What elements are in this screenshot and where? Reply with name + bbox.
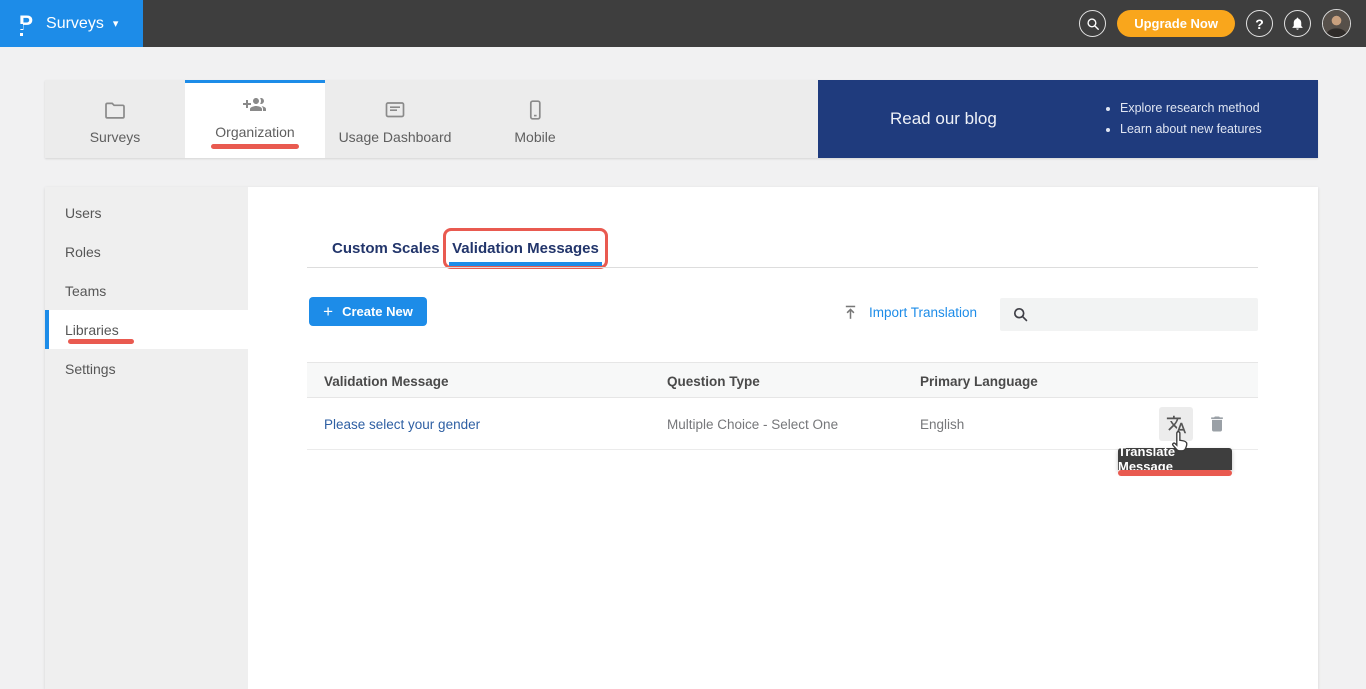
blog-banner-link[interactable]: Read our blog — [890, 109, 1040, 129]
main-panel: Users Roles Teams Libraries Settings Cus… — [45, 187, 1318, 689]
table-row: Please select your gender Multiple Choic… — [307, 398, 1258, 450]
notifications-button[interactable] — [1284, 10, 1311, 37]
nav-tab-label: Usage Dashboard — [339, 129, 452, 145]
tabs-divider — [307, 267, 1258, 268]
product-switcher[interactable]: P Surveys ▾ — [0, 0, 143, 47]
search-input[interactable] — [1038, 298, 1250, 331]
active-tab-indicator — [449, 262, 602, 266]
folder-icon — [103, 98, 127, 122]
sidebar-item-users[interactable]: Users — [45, 193, 248, 232]
nav-tab-organization[interactable]: Organization — [185, 80, 325, 158]
primary-nav-tabs: Surveys Organization Usage Dashboard Mob… — [45, 80, 818, 158]
sidebar-item-settings[interactable]: Settings — [45, 349, 248, 388]
group-add-icon — [243, 93, 267, 117]
sidebar-item-label: Libraries — [65, 322, 119, 338]
delete-button[interactable] — [1203, 410, 1231, 438]
create-new-button[interactable]: + Create New — [309, 297, 427, 326]
sidebar-item-teams[interactable]: Teams — [45, 271, 248, 310]
annotation-underline-libraries — [68, 339, 134, 344]
topbar-actions: Upgrade Now ? — [1079, 9, 1366, 38]
page: P Surveys ▾ Upgrade Now ? Surveys — [0, 0, 1366, 689]
product-name: Surveys — [46, 15, 104, 33]
primary-nav: Surveys Organization Usage Dashboard Mob… — [45, 80, 1318, 158]
nav-tab-label: Surveys — [90, 129, 141, 145]
tab-label: Custom Scales — [332, 240, 440, 257]
settings-sidebar: Users Roles Teams Libraries Settings — [45, 187, 248, 689]
sidebar-item-label: Settings — [65, 361, 116, 377]
column-header-question-type: Question Type — [667, 363, 760, 399]
column-header-validation-message: Validation Message — [324, 363, 449, 399]
plus-icon: + — [323, 303, 333, 320]
column-header-primary-language: Primary Language — [920, 363, 1038, 399]
import-translation-label: Import Translation — [869, 305, 977, 320]
nav-tab-label: Organization — [215, 124, 294, 140]
search-icon — [1086, 17, 1100, 31]
sidebar-item-label: Teams — [65, 283, 106, 299]
question-mark-icon: ? — [1255, 16, 1264, 32]
help-button[interactable]: ? — [1246, 10, 1273, 37]
translate-message-tooltip: Translate Message — [1118, 448, 1232, 470]
blog-banner-bullet: Explore research method — [1120, 98, 1262, 119]
trash-icon — [1207, 414, 1227, 434]
table-header-row: Validation Message Question Type Primary… — [307, 362, 1258, 398]
topbar: P Surveys ▾ Upgrade Now ? — [0, 0, 1366, 47]
tab-label: Validation Messages — [452, 240, 599, 257]
tab-custom-scales[interactable]: Custom Scales — [332, 228, 440, 268]
blog-banner-bullets: Explore research method Learn about new … — [1106, 98, 1262, 140]
user-avatar[interactable] — [1322, 9, 1351, 38]
bell-icon — [1290, 16, 1305, 31]
validation-message-link[interactable]: Please select your gender — [324, 398, 480, 450]
avatar-photo — [1323, 10, 1350, 37]
search-icon — [1012, 306, 1029, 323]
blog-banner-bullet: Learn about new features — [1120, 119, 1262, 140]
mobile-phone-icon — [523, 98, 547, 122]
sidebar-item-roles[interactable]: Roles — [45, 232, 248, 271]
nav-tab-label: Mobile — [514, 129, 555, 145]
sidebar-item-label: Users — [65, 205, 102, 221]
table-search — [1000, 298, 1258, 331]
app-logo-icon: P — [19, 13, 33, 34]
nav-tab-mobile[interactable]: Mobile — [465, 80, 605, 158]
annotation-underline-tooltip — [1118, 470, 1232, 476]
validation-messages-table: Validation Message Question Type Primary… — [307, 362, 1258, 450]
search-button[interactable] — [1079, 10, 1106, 37]
nav-tab-usage-dashboard[interactable]: Usage Dashboard — [325, 80, 465, 158]
translate-icon — [1166, 414, 1187, 435]
tab-validation-messages[interactable]: Validation Messages — [443, 228, 608, 269]
upgrade-now-button[interactable]: Upgrade Now — [1117, 10, 1235, 37]
sidebar-item-label: Roles — [65, 244, 101, 260]
primary-language-cell: English — [920, 398, 964, 450]
chevron-down-icon: ▾ — [113, 17, 119, 30]
upload-icon — [842, 303, 859, 321]
question-type-cell: Multiple Choice - Select One — [667, 398, 838, 450]
nav-tab-surveys[interactable]: Surveys — [45, 80, 185, 158]
create-new-label: Create New — [342, 304, 413, 319]
blog-promo-banner: Read our blog Explore research method Le… — [818, 80, 1318, 158]
translate-message-button[interactable] — [1159, 407, 1193, 441]
import-translation-link[interactable]: Import Translation — [842, 300, 977, 324]
dashboard-icon — [383, 98, 407, 122]
sidebar-item-libraries[interactable]: Libraries — [45, 310, 248, 349]
annotation-underline-organization — [211, 144, 299, 149]
